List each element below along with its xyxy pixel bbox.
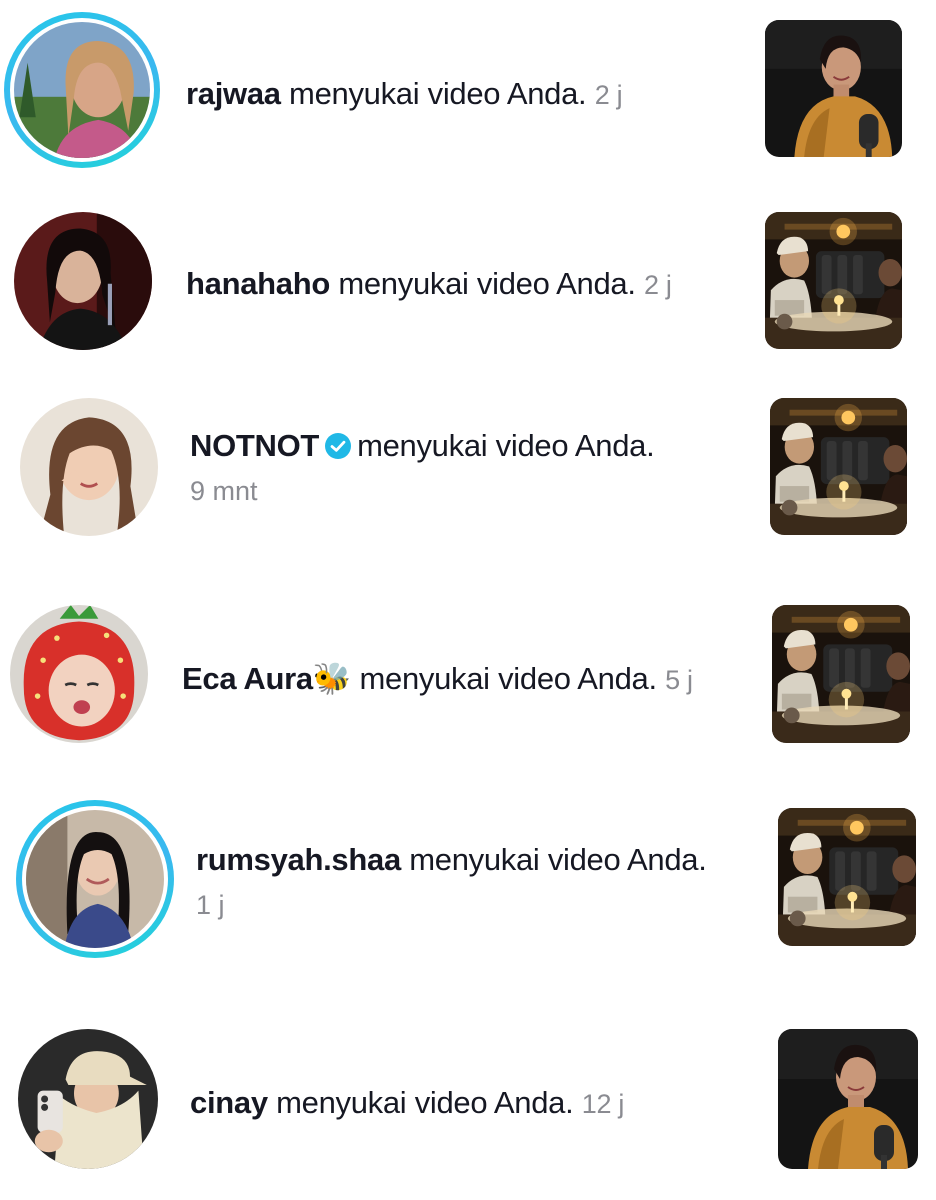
username[interactable]: NOTNOT xyxy=(190,428,319,463)
notification-row[interactable]: hanahaho menyukai video Anda. 2 j xyxy=(0,190,936,380)
video-thumbnail[interactable] xyxy=(765,20,902,157)
avatar[interactable] xyxy=(10,605,148,743)
avatar-image xyxy=(14,212,152,350)
notification-row[interactable]: Eca Aura🐝 menyukai video Anda. 5 j xyxy=(0,585,936,790)
video-thumbnail-image xyxy=(770,398,907,535)
video-thumbnail[interactable] xyxy=(778,808,916,946)
avatar-image xyxy=(10,605,148,743)
avatar-image xyxy=(14,22,150,158)
avatar[interactable] xyxy=(14,212,152,350)
bee-emoji: 🐝 xyxy=(312,661,352,696)
notification-text: NOTNOT menyukai video Anda. xyxy=(190,426,655,466)
video-thumbnail[interactable] xyxy=(772,605,910,743)
video-thumbnail-image xyxy=(765,212,902,349)
avatar-image xyxy=(18,1029,158,1169)
avatar[interactable] xyxy=(16,800,174,958)
notification-text: rumsyah.shaa menyukai video Anda. xyxy=(196,840,707,880)
notification-text: Eca Aura🐝 menyukai video Anda. 5 j xyxy=(182,659,693,700)
video-thumbnail-image xyxy=(765,20,902,157)
notification-text: cinay menyukai video Anda. 12 j xyxy=(190,1083,624,1124)
avatar-image xyxy=(26,810,164,948)
video-thumbnail[interactable] xyxy=(770,398,907,535)
timestamp: 12 j xyxy=(581,1089,625,1119)
username[interactable]: rumsyah.shaa xyxy=(196,842,401,877)
action-text: menyukai video Anda. xyxy=(357,428,655,463)
avatar[interactable] xyxy=(18,1029,158,1169)
notification-row[interactable]: cinay menyukai video Anda. 12 j xyxy=(0,1005,936,1200)
video-thumbnail[interactable] xyxy=(765,212,902,349)
video-thumbnail-image xyxy=(772,605,910,743)
video-thumbnail-image xyxy=(778,808,916,946)
avatar-image xyxy=(20,398,158,536)
avatar[interactable] xyxy=(20,398,158,536)
action-text: menyukai video Anda. xyxy=(289,76,587,111)
avatar[interactable] xyxy=(4,12,160,168)
username[interactable]: hanahaho xyxy=(186,266,330,301)
username[interactable]: Eca Aura xyxy=(182,661,313,696)
video-thumbnail-image xyxy=(778,1029,918,1169)
action-text: menyukai video Anda. xyxy=(276,1085,574,1120)
video-thumbnail[interactable] xyxy=(778,1029,918,1169)
action-text: menyukai video Anda. xyxy=(359,661,658,696)
notification-row[interactable]: NOTNOT menyukai video Anda. 9 mnt xyxy=(0,380,936,585)
action-text: menyukai video Anda. xyxy=(338,266,636,301)
username[interactable]: rajwaa xyxy=(186,76,281,111)
action-text: menyukai video Anda. xyxy=(409,842,707,877)
notification-row[interactable]: rumsyah.shaa menyukai video Anda. 1 j xyxy=(0,790,936,1005)
username[interactable]: cinay xyxy=(190,1085,268,1120)
notification-row[interactable]: rajwaa menyukai video Anda. 2 j xyxy=(0,0,936,190)
timestamp: 9 mnt xyxy=(190,476,258,506)
notification-text: hanahaho menyukai video Anda. 2 j xyxy=(186,264,672,305)
verified-badge-icon xyxy=(325,433,352,459)
timestamp: 1 j xyxy=(196,890,225,920)
notification-text: rajwaa menyukai video Anda. 2 j xyxy=(186,74,623,115)
timestamp: 2 j xyxy=(594,80,623,110)
timestamp: 2 j xyxy=(643,270,672,300)
timestamp: 5 j xyxy=(665,665,693,695)
